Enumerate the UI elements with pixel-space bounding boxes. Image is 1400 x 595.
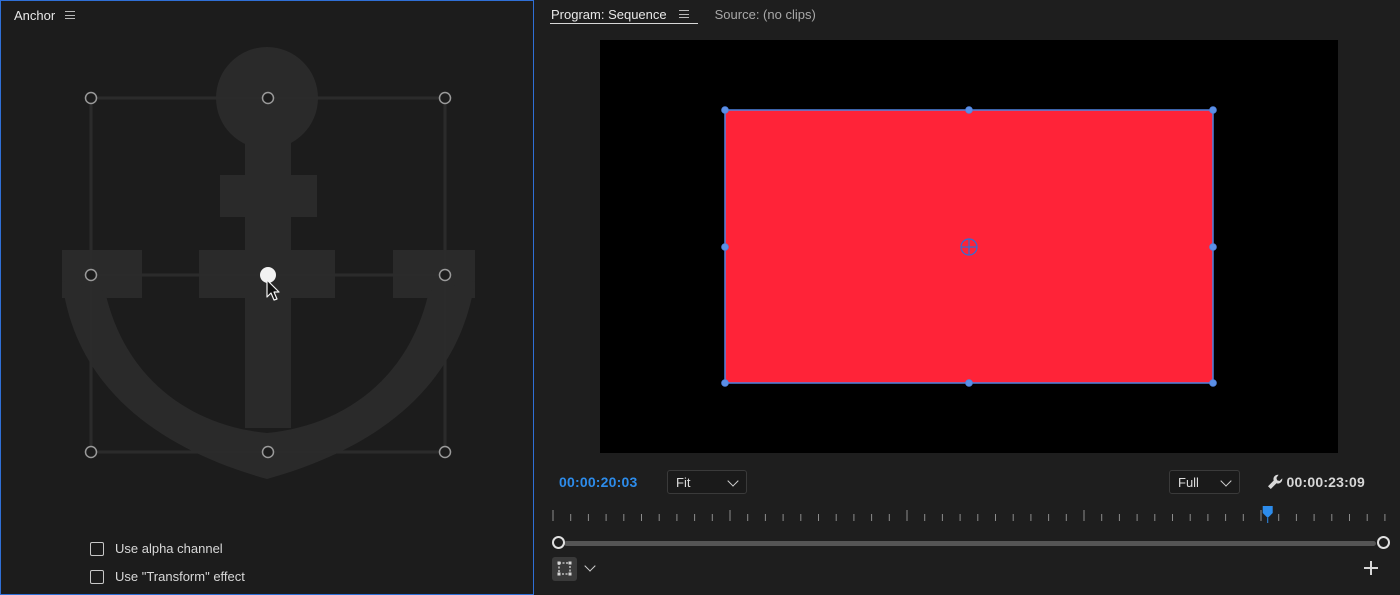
anchor-point-middle-left[interactable] [84, 268, 98, 282]
monitor-controls: 00:00:20:03 Fit Full 00:00:23:09 [538, 468, 1400, 496]
anchor-point-bottom-left[interactable] [84, 445, 98, 459]
tab-source-label: Source: (no clips) [714, 6, 816, 22]
transform-handle[interactable] [1209, 243, 1217, 251]
chevron-down-icon [727, 475, 739, 487]
transform-handle[interactable] [965, 379, 973, 387]
transform-toggle-button[interactable] [552, 557, 577, 581]
panel-menu-icon[interactable] [678, 10, 689, 18]
anchor-silhouette [62, 47, 475, 479]
current-timecode[interactable]: 00:00:20:03 [559, 474, 637, 490]
tab-source[interactable]: Source: (no clips) [714, 0, 817, 28]
video-canvas [721, 106, 1217, 387]
zoom-scroll-track [564, 541, 1376, 546]
use-alpha-channel-option[interactable]: Use alpha channel [90, 541, 223, 556]
anchor-point-top-center[interactable] [261, 91, 275, 105]
program-monitor-panel: Program: Sequence Source: (no clips) 00:… [538, 0, 1400, 595]
transform-handle[interactable] [1209, 106, 1217, 114]
chevron-down-icon [584, 560, 596, 572]
transform-handle[interactable] [965, 106, 973, 114]
transform-handle[interactable] [721, 379, 729, 387]
chevron-down-icon [1220, 475, 1232, 487]
tab-program-label: Program: Sequence [551, 6, 667, 22]
program-video-frame[interactable] [600, 40, 1338, 453]
zoom-scroll-bar[interactable] [552, 536, 1390, 550]
transform-options-dropdown[interactable] [581, 557, 599, 581]
time-ruler[interactable] [550, 506, 1390, 528]
anchor-point-bottom-center[interactable] [261, 445, 275, 459]
anchor-graphic [62, 47, 475, 479]
anchor-panel: Anchor Use alpha channel Use "Transform"… [0, 0, 534, 595]
use-transform-effect-option[interactable]: Use "Transform" effect [90, 569, 245, 584]
zoom-scroll-start-handle[interactable] [552, 536, 565, 549]
resolution-value: Full [1178, 474, 1199, 490]
alpha-channel-checkbox[interactable] [90, 541, 104, 556]
anchor-point-top-left[interactable] [84, 91, 98, 105]
transform-handle[interactable] [721, 243, 729, 251]
transform-handle[interactable] [721, 106, 729, 114]
playhead-marker[interactable] [1262, 506, 1273, 523]
alpha-channel-label: Use alpha channel [115, 541, 223, 556]
playback-resolution-select[interactable]: Full [1169, 470, 1240, 494]
zoom-level-value: Fit [676, 474, 691, 490]
anchor-point-bottom-right[interactable] [438, 445, 452, 459]
total-duration-timecode: 00:00:23:09 [1286, 474, 1365, 490]
anchor-point-middle-right[interactable] [438, 268, 452, 282]
transform-effect-checkbox[interactable] [90, 569, 104, 584]
button-editor-plus-icon[interactable] [1364, 561, 1378, 575]
zoom-scroll-end-handle[interactable] [1377, 536, 1390, 549]
tab-program-sequence[interactable]: Program: Sequence [550, 0, 698, 28]
anchor-point-top-right[interactable] [438, 91, 452, 105]
monitor-tabs: Program: Sequence Source: (no clips) [550, 0, 817, 28]
transform-box-icon [557, 561, 572, 576]
zoom-level-select[interactable]: Fit [667, 470, 747, 494]
wrench-settings-icon[interactable] [1266, 473, 1284, 491]
transform-handle[interactable] [1209, 379, 1217, 387]
transform-effect-label: Use "Transform" effect [115, 569, 245, 584]
anchor-crosshair-icon[interactable] [960, 238, 978, 256]
premiere-workspace: Anchor Use alpha channel Use "Transform"… [0, 0, 1400, 595]
